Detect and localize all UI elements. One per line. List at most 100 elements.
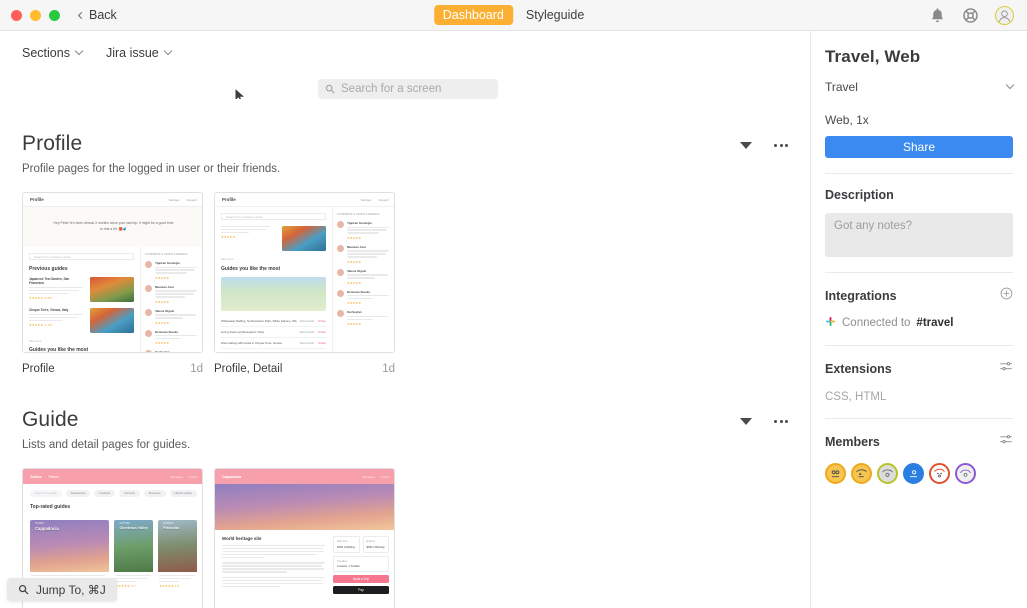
mockup-card-title: Cappadocia bbox=[35, 526, 59, 531]
mockup-comment-name: Yigitcan Kurdoglu bbox=[347, 221, 372, 225]
user-avatar-icon[interactable] bbox=[995, 6, 1014, 25]
collapse-section-icon[interactable] bbox=[740, 418, 752, 425]
screen-card[interactable]: Cappadocia Messages Profile World herita… bbox=[214, 468, 395, 608]
screen-thumbnail[interactable]: Cappadocia Messages Profile World herita… bbox=[214, 468, 395, 608]
screen-card-time: 1d bbox=[190, 363, 203, 375]
integration-channel: #travel bbox=[916, 317, 954, 329]
mockup-search: Search for a previous guide bbox=[221, 213, 326, 220]
screen-card-time: 1d bbox=[382, 363, 395, 375]
description-label: Description bbox=[825, 188, 894, 202]
mockup-comments-header: COMMENTS FROM FRIENDS bbox=[337, 212, 380, 216]
section-actions bbox=[740, 132, 788, 149]
mockup-row-label: Whitewater Rafting, Northwestern Park, W… bbox=[221, 319, 297, 323]
share-button[interactable]: Share bbox=[825, 136, 1013, 158]
mockup-chip: Festivals bbox=[94, 490, 116, 497]
extensions-label: Extensions bbox=[825, 362, 892, 376]
avatar[interactable] bbox=[955, 463, 976, 484]
mockup-field: Ends at $590 USD/day bbox=[362, 536, 389, 553]
mockup-rating: ★★★★★ 4.9/5 bbox=[29, 296, 53, 301]
project-select-value: Travel bbox=[825, 80, 858, 94]
mockup-profile-detail: Profile Settings Support Search for a pr… bbox=[215, 193, 394, 352]
sections-dropdown[interactable]: Sections bbox=[22, 46, 84, 60]
integration-status-text: Connected to bbox=[842, 317, 911, 329]
mockup-comment: Denizcan Suzuki ★★★★★ bbox=[337, 289, 392, 305]
jira-issue-dropdown[interactable]: Jira issue bbox=[105, 46, 172, 60]
collapse-section-icon[interactable] bbox=[740, 142, 752, 149]
page-title: Travel, Web bbox=[825, 47, 921, 66]
section-more-menu-icon[interactable] bbox=[774, 420, 788, 423]
divider bbox=[825, 418, 1013, 419]
mockup-chip: Historic places bbox=[169, 490, 197, 497]
mockup-comment: Maureen Azur ★★★★★ bbox=[145, 284, 200, 304]
mockup-apple-pay-button: Pay bbox=[333, 586, 389, 594]
chevron-left-icon bbox=[77, 11, 86, 19]
avatar[interactable] bbox=[851, 463, 872, 484]
screen-card[interactable]: Profile Settings Support Hey Peter! It's… bbox=[22, 192, 203, 375]
close-window-button[interactable] bbox=[11, 9, 22, 21]
mockup-nav-item: Profile bbox=[381, 474, 389, 479]
mockup-nav-item: Messages bbox=[170, 474, 184, 479]
avatar[interactable] bbox=[825, 463, 846, 484]
avatar[interactable] bbox=[877, 463, 898, 484]
mockup-comment-name: Kai Seylan bbox=[347, 310, 362, 315]
mockup-logo: Profile bbox=[30, 197, 44, 202]
window-controls[interactable] bbox=[11, 9, 60, 21]
mockup-comment: Kai Seylan ★★★★★ bbox=[145, 350, 200, 352]
mockup-profile-overview: Profile Settings Support Hey Peter! It's… bbox=[23, 193, 202, 353]
mockup-card-rating: ★★★★★ 4.7 bbox=[115, 584, 136, 589]
mockup-row: Being a Berliner, Food Tasting, Berlin R… bbox=[221, 349, 326, 352]
section-description: Lists and detail pages for guides. bbox=[22, 439, 191, 451]
mockup-nav-item: Places bbox=[48, 474, 59, 479]
integration-item-slack[interactable]: Connected to #travel bbox=[825, 316, 1013, 330]
chevron-down-icon bbox=[74, 46, 84, 56]
mockup-comment: Denizcan Suzuki ★★★★★ bbox=[145, 329, 200, 345]
platform-label: Web, 1x bbox=[825, 113, 869, 127]
mockup-guide-card: NORWAY Flamsdal ★★★★★ 4.6 bbox=[158, 520, 197, 591]
mockup-field: Start from $490 USD/day bbox=[333, 536, 360, 553]
mockup-logo: Profile bbox=[222, 197, 236, 202]
sliders-icon[interactable] bbox=[999, 433, 1013, 451]
screens-list[interactable]: Profile Profile pages for the logged in … bbox=[0, 99, 810, 608]
chevron-down-icon bbox=[163, 46, 172, 56]
section-title: Profile bbox=[22, 132, 83, 155]
divider bbox=[825, 173, 1013, 174]
avatar[interactable] bbox=[929, 463, 950, 484]
screen-thumbnail[interactable]: Profile Settings Support Hey Peter! It's… bbox=[22, 192, 203, 353]
screen-thumbnail[interactable]: Profile Settings Support Search for a pr… bbox=[214, 192, 395, 353]
sliders-icon[interactable] bbox=[999, 360, 1013, 378]
mockup-comment-stars: ★★★★★ bbox=[155, 275, 170, 280]
section-header: Guide Lists and detail pages for guides. bbox=[22, 375, 788, 451]
mockup-logo: Cappadocia bbox=[222, 474, 242, 479]
section-profile: Profile Profile pages for the logged in … bbox=[0, 99, 810, 375]
mockup-item-title: Cinque Terre, Genoa, Italy bbox=[29, 308, 69, 312]
tab-styleguide[interactable]: Styleguide bbox=[517, 5, 593, 25]
mockup-comment: Maureen Azur ★★★★★ bbox=[337, 244, 392, 264]
bell-icon[interactable] bbox=[929, 7, 946, 24]
extensions-value: CSS, HTML bbox=[825, 391, 887, 403]
mockup-field: Travellers 2 Adults, 1 Toddler bbox=[333, 555, 389, 572]
back-button[interactable]: Back bbox=[77, 8, 117, 22]
search-input[interactable]: Search for a screen bbox=[318, 79, 498, 99]
jump-to-button[interactable]: Jump To, ⌘J bbox=[7, 578, 117, 601]
maximize-window-button[interactable] bbox=[49, 9, 60, 21]
minimize-window-button[interactable] bbox=[30, 9, 41, 21]
lifebuoy-icon[interactable] bbox=[962, 7, 979, 24]
project-select[interactable]: Travel bbox=[825, 80, 1015, 94]
mockup-comment-name: Denizcan Suzuki bbox=[155, 329, 178, 334]
mockup-cta-button: Book a Trip bbox=[333, 575, 389, 583]
mockup-heading-2: Guides you like the most bbox=[29, 347, 89, 353]
mockup-comment-stars: ★★★★★ bbox=[155, 299, 170, 304]
screen-card[interactable]: Profile Settings Support Search for a pr… bbox=[214, 192, 395, 375]
plus-circle-icon[interactable] bbox=[1000, 287, 1013, 305]
divider bbox=[825, 272, 1013, 273]
section-cards: Guides Places Messages Profile Search fo… bbox=[22, 468, 788, 608]
mockup-comment: Valerie Olguin ★★★★★ bbox=[145, 308, 200, 325]
description-textarea[interactable]: Got any notes? bbox=[825, 213, 1013, 257]
avatar[interactable] bbox=[903, 463, 924, 484]
mockup-rating: ★★★★★ 4.7/5 bbox=[29, 323, 53, 328]
title-bar: Back Dashboard Styleguide bbox=[0, 0, 1027, 31]
section-more-menu-icon[interactable] bbox=[774, 144, 788, 147]
jira-issue-dropdown-label: Jira issue bbox=[105, 46, 159, 60]
tab-dashboard[interactable]: Dashboard bbox=[433, 5, 513, 25]
main-tabs: Dashboard Styleguide bbox=[433, 5, 594, 25]
